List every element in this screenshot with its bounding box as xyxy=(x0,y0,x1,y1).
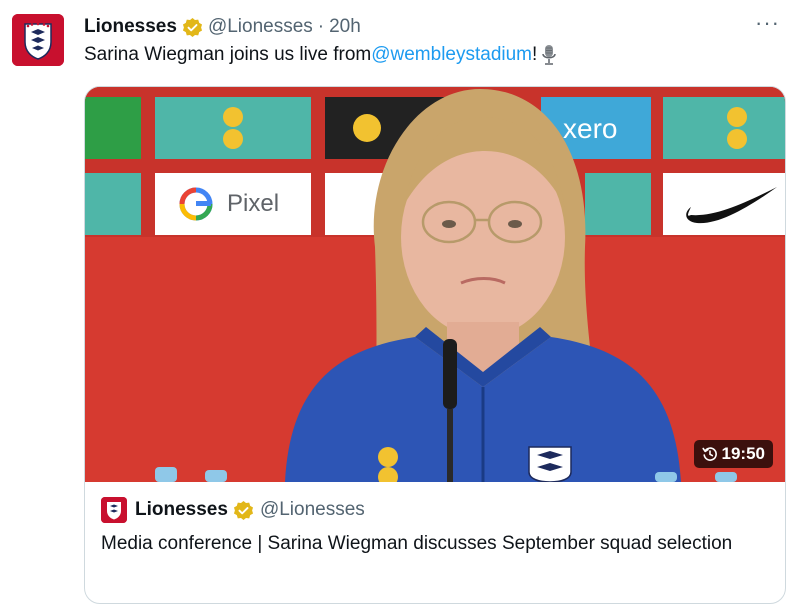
author-handle[interactable]: @Lionesses xyxy=(208,16,313,38)
video-media[interactable]: Pixel xero 19:50 xyxy=(85,87,785,482)
microphone-icon xyxy=(542,45,557,65)
tweet-header: Lionesses @Lionesses · 20h xyxy=(84,14,361,40)
video-duration-badge: 19:50 xyxy=(693,440,773,468)
separator-dot: · xyxy=(317,16,325,37)
video-duration: 19:50 xyxy=(721,444,765,463)
replay-clock-icon xyxy=(701,447,717,461)
tweet-text-after: ! xyxy=(532,44,538,65)
author-name[interactable]: Lionesses xyxy=(84,16,177,38)
timestamp[interactable]: 20h xyxy=(329,16,361,38)
card-footer[interactable]: Lionesses @Lionesses Media conference | … xyxy=(85,482,785,603)
video-thumbnail xyxy=(85,87,785,482)
tweet-text-before: Sarina Wiegman joins us live from xyxy=(84,44,372,65)
card-author-name: Lionesses xyxy=(135,499,228,520)
avatar[interactable] xyxy=(12,14,64,66)
card-avatar xyxy=(101,497,127,523)
link-card[interactable]: Pixel xero 19:50 Lionesses @Lionesses Me… xyxy=(84,86,786,604)
card-title: Media conference | Sarina Wiegman discus… xyxy=(101,533,733,554)
england-crest-icon xyxy=(101,497,127,523)
card-author-row: Lionesses @Lionesses xyxy=(101,496,771,524)
sponsor-pixel-label: Pixel xyxy=(227,190,280,217)
verified-badge-icon xyxy=(233,500,253,520)
card-author-handle: @Lionesses xyxy=(259,499,365,520)
mention-link[interactable]: @wembleystadium xyxy=(371,42,532,68)
tweet-text: Sarina Wiegman joins us live from @wembl… xyxy=(84,42,559,68)
more-icon[interactable]: ··· xyxy=(755,12,780,34)
verified-badge-icon xyxy=(182,17,202,37)
england-crest-icon xyxy=(12,14,64,66)
sponsor-xero-label: xero xyxy=(563,113,618,144)
